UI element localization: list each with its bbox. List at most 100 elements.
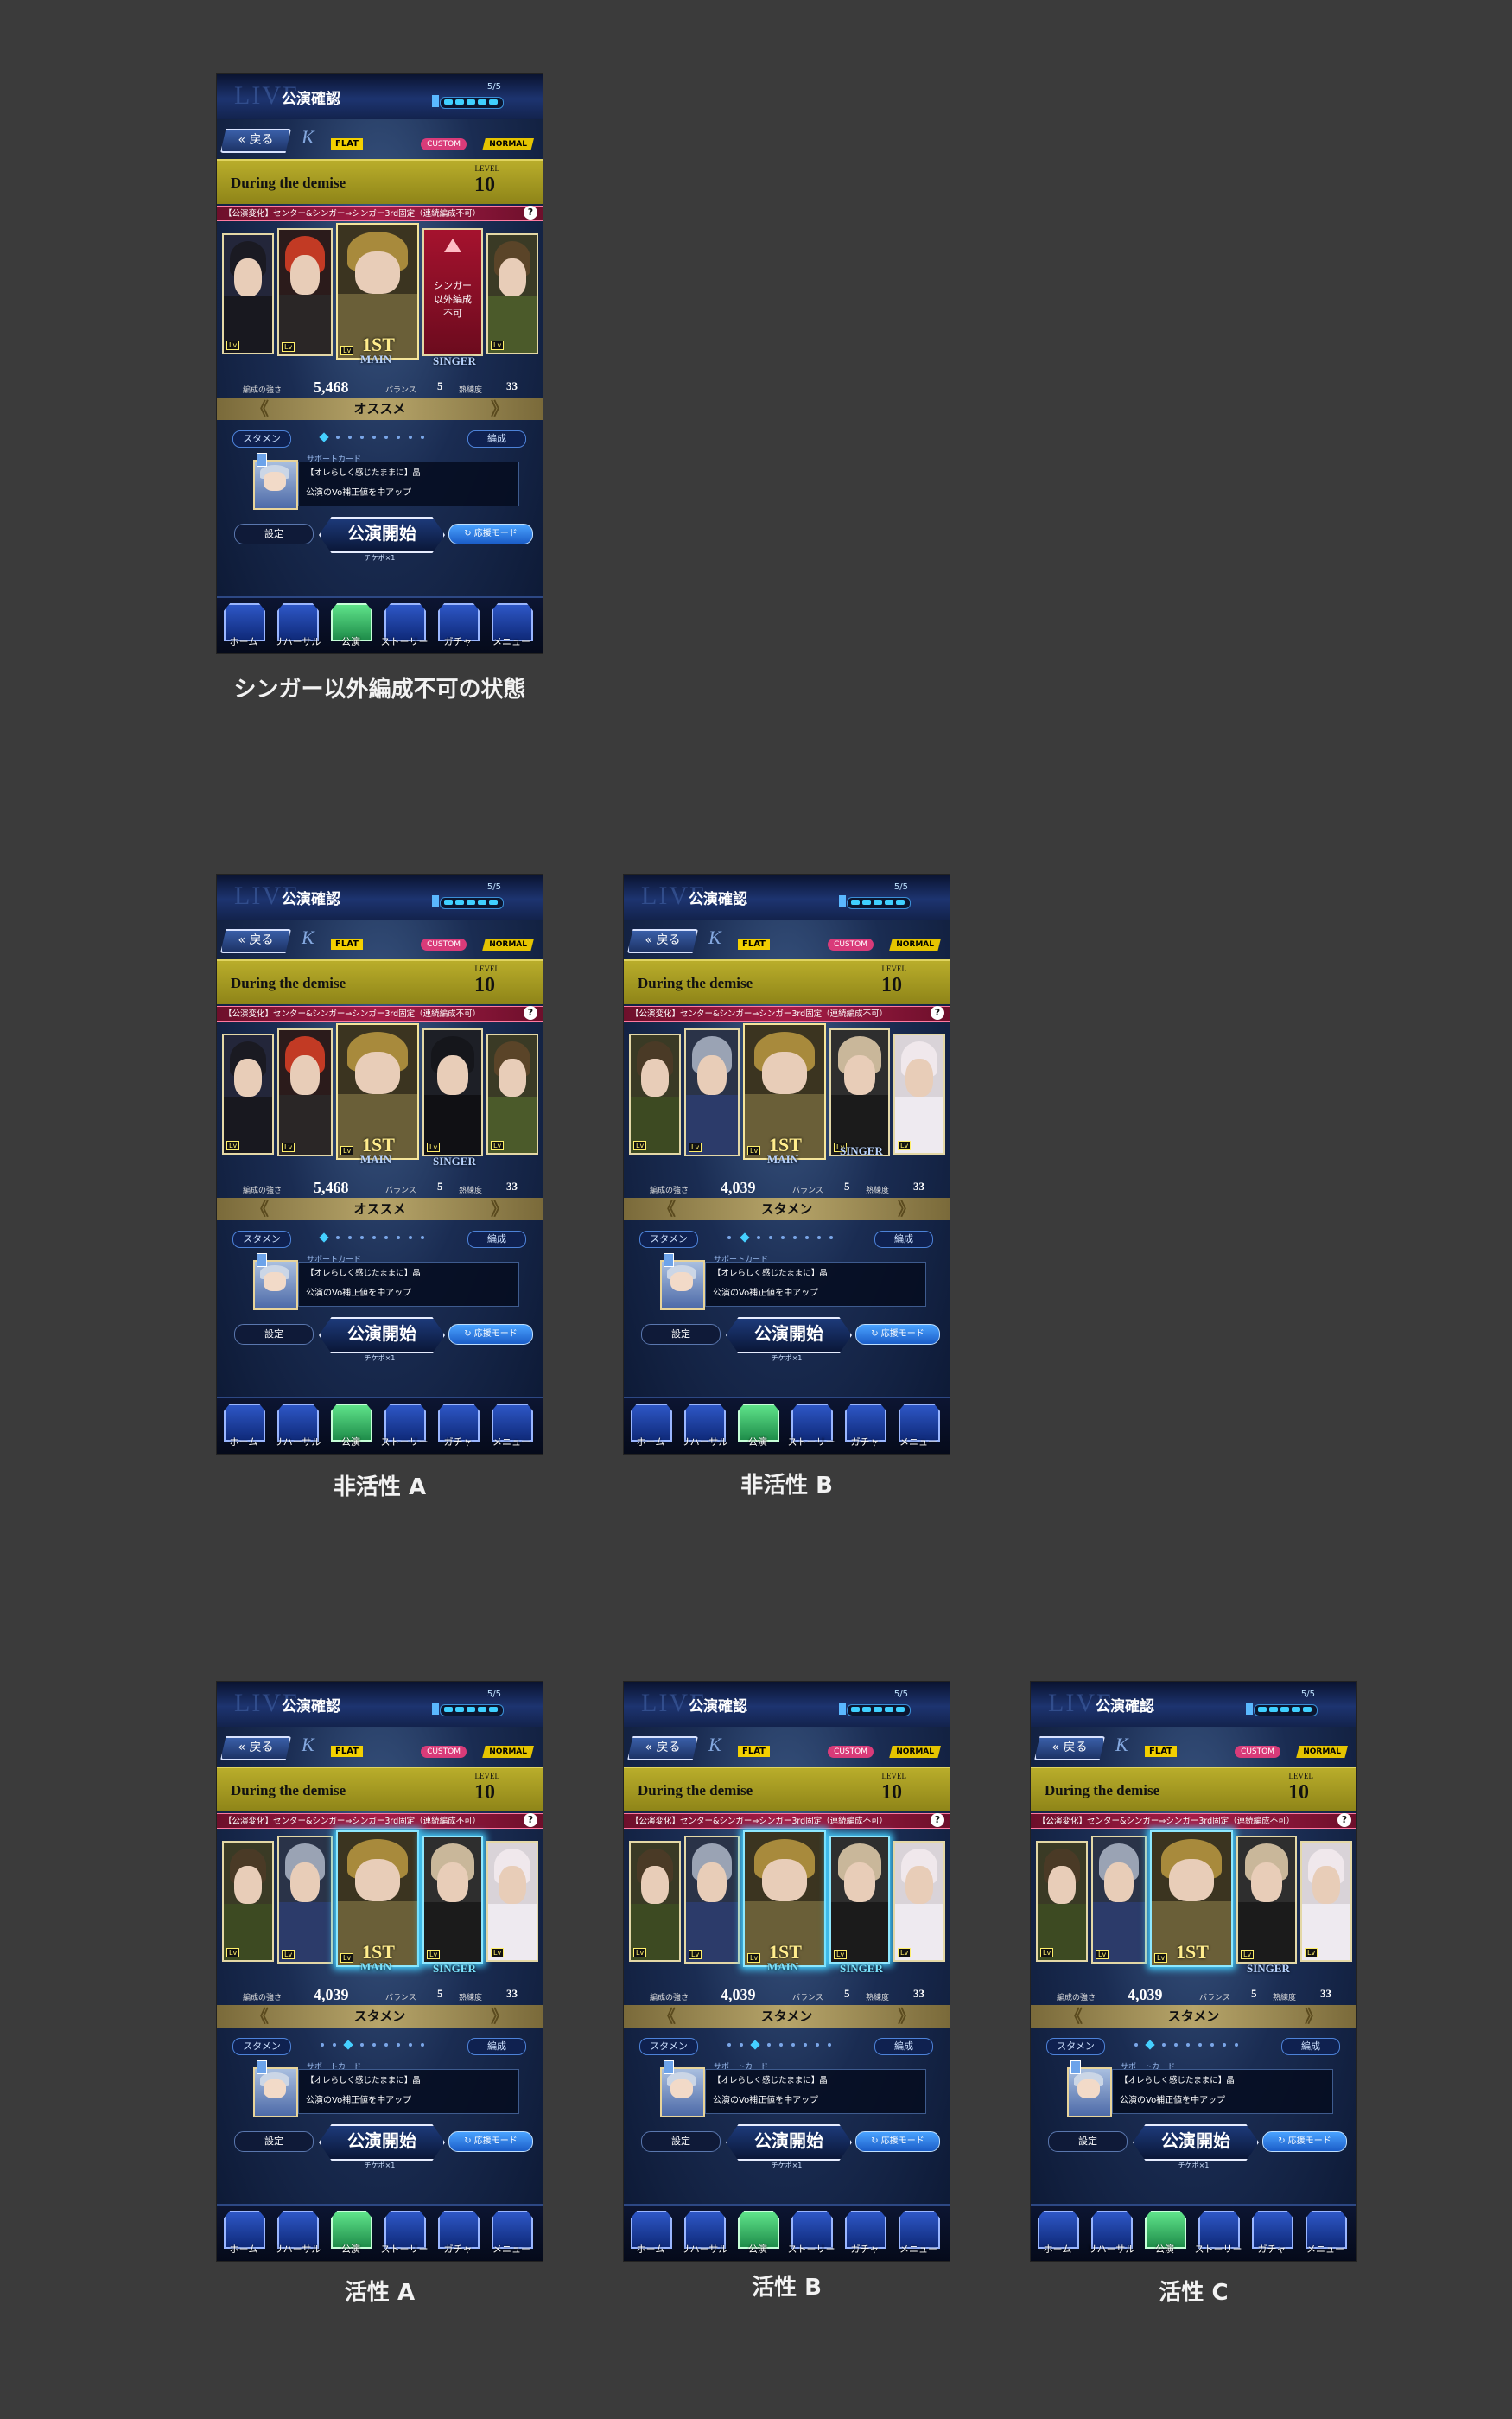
help[interactable]: ? bbox=[1337, 1813, 1351, 1827]
start-btn[interactable]: 公演開始 bbox=[726, 1317, 852, 1353]
back-button[interactable]: « 戻る bbox=[627, 929, 698, 953]
nav-home[interactable]: ホーム bbox=[219, 602, 269, 650]
edit-pill[interactable]: 編成 bbox=[467, 1231, 526, 1248]
card[interactable]: Lv bbox=[829, 1836, 890, 1964]
cheer-mode-button[interactable]: ↻ 応援モード bbox=[448, 524, 533, 544]
rec[interactable]: 《 スタメン 》 bbox=[217, 2005, 543, 2028]
support[interactable]: サポートカード 【オレらしく感じたままに】晶 公演のVo補正値を中アップ bbox=[253, 2060, 519, 2117]
custom-tag[interactable]: CUSTOM bbox=[828, 1746, 874, 1758]
normal-tag[interactable]: NORMAL bbox=[482, 1746, 534, 1758]
pill[interactable]: スタメン bbox=[1046, 2038, 1105, 2055]
card[interactable]: Lv bbox=[893, 1841, 945, 1962]
pill[interactable]: 編成 bbox=[1281, 2038, 1340, 2055]
settings-button[interactable]: 設定 bbox=[234, 1324, 314, 1345]
custom-tag[interactable]: CUSTOM bbox=[421, 939, 467, 951]
cheer-btn[interactable]: ↻ 応援モード bbox=[855, 1324, 940, 1345]
help[interactable]: ? bbox=[931, 1813, 944, 1827]
custom-tag[interactable]: CUSTOM bbox=[421, 138, 467, 150]
support-card[interactable]: サポートカード 【オレらしく感じたままに】晶 公演のVo補正値を中アップ bbox=[253, 453, 519, 510]
set-btn[interactable]: 設定 bbox=[641, 2131, 721, 2152]
nav-rehearsal[interactable]: リハーサル bbox=[272, 1402, 322, 1450]
recommend-bar[interactable]: 《 オススメ 》 bbox=[217, 1198, 543, 1220]
recommend-bar[interactable]: 《 オススメ 》 bbox=[217, 398, 543, 420]
help[interactable]: ? bbox=[524, 1813, 537, 1827]
nav-rehearsal[interactable]: リハーサル bbox=[272, 602, 322, 650]
back-button[interactable]: « 戻る bbox=[220, 129, 291, 153]
card[interactable]: Lv bbox=[1091, 1836, 1147, 1964]
pill[interactable]: 編成 bbox=[874, 1231, 933, 1248]
custom-tag[interactable]: CUSTOM bbox=[1235, 1746, 1280, 1758]
pill[interactable]: スタメン bbox=[639, 2038, 698, 2055]
nav-story[interactable]: ストーリー bbox=[379, 602, 429, 650]
start-live-button[interactable]: 公演開始 bbox=[319, 1317, 445, 1353]
nav-gacha[interactable]: ガチャ bbox=[433, 1402, 483, 1450]
custom-tag[interactable]: CUSTOM bbox=[828, 939, 874, 951]
start-live-button[interactable]: 公演開始 bbox=[319, 517, 445, 553]
set-btn[interactable]: 設定 bbox=[234, 2131, 314, 2152]
tab[interactable]: メニュー bbox=[893, 1402, 943, 1450]
tab[interactable]: ガチャ bbox=[840, 1402, 890, 1450]
cheer-btn[interactable]: ↻ 応援モード bbox=[448, 2131, 533, 2152]
tab[interactable]: メニュー bbox=[486, 2209, 537, 2257]
card-slot-5[interactable]: Lv bbox=[486, 233, 538, 354]
normal-tag[interactable]: NORMAL bbox=[889, 939, 941, 951]
back-btn[interactable]: « 戻る bbox=[220, 1736, 291, 1760]
normal-tag[interactable]: NORMAL bbox=[1296, 1746, 1348, 1758]
card-slot-4[interactable]: Lv bbox=[422, 1028, 483, 1156]
tab[interactable]: メニュー bbox=[893, 2209, 943, 2257]
pill[interactable]: スタメン bbox=[639, 1231, 698, 1248]
tab[interactable]: ガチャ bbox=[1247, 2209, 1297, 2257]
tab[interactable]: ホーム bbox=[219, 2209, 269, 2257]
help-icon[interactable]: ? bbox=[524, 206, 537, 220]
tab[interactable]: リハーサル bbox=[679, 1402, 729, 1450]
tab[interactable]: 公演 bbox=[733, 1402, 783, 1450]
tab[interactable]: 公演 bbox=[1140, 2209, 1190, 2257]
set-btn[interactable]: 設定 bbox=[1048, 2131, 1128, 2152]
tab[interactable]: ガチャ bbox=[433, 2209, 483, 2257]
help-icon[interactable]: ? bbox=[931, 1006, 944, 1020]
card-slot-4[interactable]: Lv bbox=[829, 1028, 890, 1156]
tab[interactable]: ガチャ bbox=[840, 2209, 890, 2257]
pill[interactable]: スタメン bbox=[232, 2038, 291, 2055]
tab[interactable]: ホーム bbox=[626, 1402, 676, 1450]
starter-pill[interactable]: スタメン bbox=[232, 430, 291, 448]
start-btn[interactable]: 公演開始 bbox=[726, 2124, 852, 2161]
nav-home[interactable]: ホーム bbox=[219, 1402, 269, 1450]
tab[interactable]: ホーム bbox=[626, 2209, 676, 2257]
recommend-bar[interactable]: 《 スタメン 》 bbox=[624, 1198, 950, 1220]
normal-tag[interactable]: NORMAL bbox=[482, 939, 534, 951]
card-slot-1[interactable]: Lv bbox=[222, 1034, 274, 1155]
normal-tag[interactable]: NORMAL bbox=[482, 138, 534, 150]
tab[interactable]: ホーム bbox=[1032, 2209, 1083, 2257]
card[interactable]: Lv bbox=[684, 1836, 740, 1964]
back-button[interactable]: « 戻る bbox=[220, 929, 291, 953]
support[interactable]: サポートカード 【オレらしく感じたままに】晶 公演のVo補正値を中アップ bbox=[1067, 2060, 1333, 2117]
card-slot-singer[interactable]: Lv bbox=[422, 1836, 483, 1964]
card-slot-2[interactable]: Lv bbox=[684, 1028, 740, 1156]
pill[interactable]: 編成 bbox=[874, 2038, 933, 2055]
card-slot-2[interactable]: Lv bbox=[277, 1028, 333, 1156]
cheer-btn[interactable]: ↻ 応援モード bbox=[855, 2131, 940, 2152]
settings-button[interactable]: 設定 bbox=[234, 524, 314, 544]
nav-menu[interactable]: メニュー bbox=[486, 1402, 537, 1450]
card-slot-5[interactable]: Lv bbox=[893, 1034, 945, 1155]
start-btn[interactable]: 公演開始 bbox=[319, 2124, 445, 2161]
tab[interactable]: ストーリー bbox=[786, 1402, 836, 1450]
nav-menu[interactable]: メニュー bbox=[486, 602, 537, 650]
card[interactable]: Lv bbox=[1300, 1841, 1352, 1962]
help-icon[interactable]: ? bbox=[524, 1006, 537, 1020]
tab[interactable]: リハーサル bbox=[679, 2209, 729, 2257]
tab[interactable]: ストーリー bbox=[379, 2209, 429, 2257]
back-btn[interactable]: « 戻る bbox=[1034, 1736, 1105, 1760]
nav-gacha[interactable]: ガチャ bbox=[433, 602, 483, 650]
cheer-mode-button[interactable]: ↻ 応援モード bbox=[448, 1324, 533, 1345]
edit-pill[interactable]: 編成 bbox=[467, 430, 526, 448]
card[interactable]: Lv bbox=[629, 1841, 681, 1962]
tab[interactable]: リハーサル bbox=[272, 2209, 322, 2257]
card-slot-1[interactable]: Lv bbox=[629, 1034, 681, 1155]
back-btn[interactable]: « 戻る bbox=[627, 1736, 698, 1760]
normal-tag[interactable]: NORMAL bbox=[889, 1746, 941, 1758]
support[interactable]: サポートカード 【オレらしく感じたままに】晶 公演のVo補正値を中アップ bbox=[660, 2060, 926, 2117]
support-card[interactable]: サポートカード 【オレらしく感じたままに】晶 公演のVo補正値を中アップ bbox=[253, 1253, 519, 1310]
cheer-btn[interactable]: ↻ 応援モード bbox=[1262, 2131, 1347, 2152]
